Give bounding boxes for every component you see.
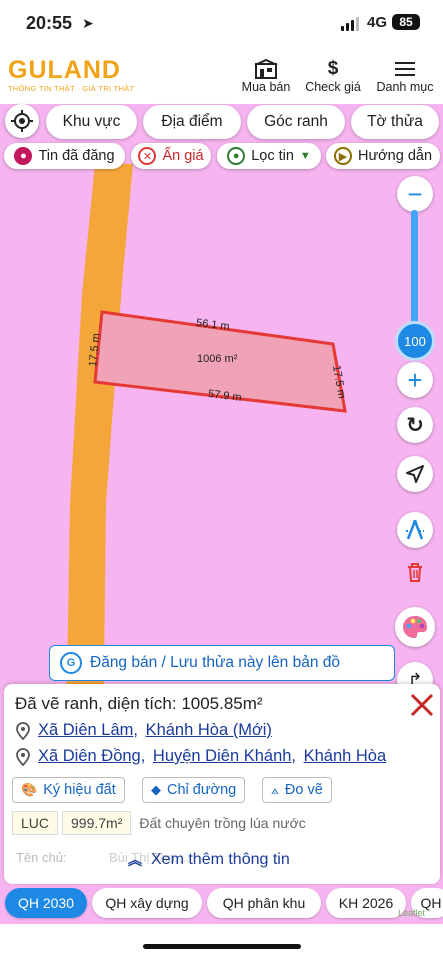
location-pin-icon bbox=[16, 721, 30, 740]
filter-huong-dan-label: Hướng dẫn bbox=[357, 148, 433, 164]
parcel-info-panel: Đã vẽ ranh, diện tích: 1005.85m² Xã Diên… bbox=[4, 684, 440, 884]
delete-button[interactable] bbox=[397, 554, 433, 590]
directions-button[interactable]: ◆ Chỉ đường bbox=[142, 777, 246, 803]
filter-to-thua[interactable]: Tờ thửa bbox=[351, 105, 439, 139]
filter-huong-dan[interactable]: ▶ Hướng dẫn bbox=[326, 143, 440, 169]
play-icon: ▶ bbox=[333, 147, 352, 165]
navigate-button[interactable] bbox=[397, 456, 433, 492]
land-use-row: LUC 999.7m² Đất chuyên trồng lúa nước bbox=[12, 811, 306, 835]
posted-icon: ● bbox=[14, 147, 33, 165]
palette-icon bbox=[403, 616, 427, 638]
close-icon[interactable] bbox=[409, 692, 435, 718]
land-symbol-button[interactable]: 🎨 Ký hiệu đất bbox=[12, 777, 125, 803]
refresh-button[interactable]: ↻ bbox=[397, 407, 433, 443]
filter-loc-tin-label: Lọc tin bbox=[251, 148, 294, 164]
layer-tabs: QH 2030 QH xây dựng QH phân khu KH 2026 … bbox=[0, 884, 443, 924]
see-more-label: Xem thêm thông tin bbox=[151, 851, 290, 868]
banner-text: Đăng bán / Lưu thửa này lên bản đồ bbox=[90, 654, 340, 671]
check-gia-button[interactable]: $ Check giá bbox=[304, 58, 362, 94]
mua-ban-label: Mua bán bbox=[241, 80, 291, 94]
app-header: GULAND THÔNG TIN THẬT · GIÁ TRỊ THẬT Mua… bbox=[0, 48, 443, 104]
draw-tool-button[interactable] bbox=[397, 512, 433, 548]
minus-icon: − bbox=[407, 179, 423, 209]
link-khanh-hoa[interactable]: Khánh Hòa bbox=[304, 747, 387, 766]
trash-icon bbox=[408, 563, 422, 582]
road-shape bbox=[66, 164, 133, 704]
land-code: LUC bbox=[12, 811, 59, 835]
chevron-down-icon: ▼ bbox=[299, 150, 311, 162]
filter-tin-da-dang[interactable]: ● Tin đã đăng bbox=[4, 143, 125, 169]
battery-level: 85 bbox=[392, 14, 420, 30]
double-chevron-up-icon: ︽ bbox=[128, 852, 142, 868]
signal-icon bbox=[341, 17, 361, 31]
home-indicator bbox=[143, 944, 301, 949]
map-attribution[interactable]: Leaflet bbox=[398, 908, 425, 918]
post-parcel-banner[interactable]: G Đăng bán / Lưu thửa này lên bản đồ bbox=[49, 645, 395, 681]
parcel-area-label: 1006 m² bbox=[197, 353, 238, 365]
filter-dia-diem[interactable]: Địa điểm bbox=[143, 105, 241, 139]
status-time: 20:55 bbox=[26, 13, 73, 33]
plus-icon: + bbox=[407, 365, 423, 395]
crosshair-icon bbox=[11, 110, 33, 132]
directions-label: Chỉ đường bbox=[167, 782, 237, 798]
see-more-button[interactable]: ︽ Xem thêm thông tin bbox=[128, 850, 290, 870]
zoom-slider-knob[interactable]: 100 bbox=[395, 321, 435, 361]
link-xa-dien-dong[interactable]: Xã Diên Đồng bbox=[38, 747, 141, 766]
filter-pin-icon: ● bbox=[227, 147, 246, 165]
palette-small-icon: 🎨 bbox=[21, 782, 38, 797]
bottom-safe-area bbox=[0, 924, 443, 960]
menu-icon bbox=[375, 58, 435, 80]
directions-icon: ◆ bbox=[151, 782, 161, 797]
compass-icon: ⟑ bbox=[271, 782, 279, 797]
address-new-row: Xã Diên Lâm, Khánh Hòa (Mới) bbox=[16, 721, 272, 740]
logo-text: GULAND bbox=[8, 56, 121, 84]
filter-khu-vuc[interactable]: Khu vực bbox=[46, 105, 137, 139]
store-icon bbox=[240, 58, 292, 80]
location-arrow-icon: ➤ bbox=[82, 15, 94, 31]
status-bar: 20:55 ➤ 4G 85 bbox=[0, 0, 443, 48]
logo-tagline: THÔNG TIN THẬT · GIÁ TRỊ THẬT bbox=[8, 84, 135, 93]
tab-qh-phan-khu[interactable]: QH phân khu bbox=[207, 888, 321, 918]
hide-price-icon: ✕ bbox=[138, 147, 157, 165]
location-pin-icon bbox=[16, 747, 30, 766]
link-khanh-hoa-moi[interactable]: Khánh Hòa (Mới) bbox=[146, 721, 272, 740]
link-huyen-dien-khanh[interactable]: Huyện Diên Khánh bbox=[153, 747, 292, 766]
dollar-icon: $ bbox=[327, 58, 339, 79]
filter-goc-ranh[interactable]: Góc ranh bbox=[247, 105, 345, 139]
compass-draw-icon bbox=[406, 520, 424, 540]
panel-title: Đã vẽ ranh, diện tích: 1005.85m² bbox=[15, 694, 263, 713]
navigation-arrow-icon bbox=[406, 465, 424, 483]
tab-qh-2030[interactable]: QH 2030 bbox=[5, 888, 87, 918]
mua-ban-button[interactable]: Mua bán bbox=[240, 58, 292, 94]
refresh-icon: ↻ bbox=[406, 413, 424, 437]
danh-muc-button[interactable]: Danh mục bbox=[375, 58, 435, 94]
filter-an-gia[interactable]: ✕ Ẩn giá bbox=[131, 143, 211, 169]
locate-target-button[interactable] bbox=[5, 104, 39, 138]
zoom-slider-track[interactable] bbox=[411, 210, 418, 328]
land-area: 999.7m² bbox=[62, 811, 132, 835]
land-symbol-label: Ký hiệu đất bbox=[43, 782, 116, 798]
tab-qh-xay-dung[interactable]: QH xây dựng bbox=[92, 888, 202, 918]
measure-label: Đo vẽ bbox=[284, 782, 323, 798]
owner-label: Tên chủ: bbox=[16, 850, 67, 865]
measure-button[interactable]: ⟑ Đo vẽ bbox=[262, 777, 332, 803]
filter-an-gia-label: Ẩn giá bbox=[162, 148, 204, 164]
check-gia-label: Check giá bbox=[305, 80, 361, 94]
zoom-in-button[interactable]: + bbox=[397, 362, 433, 398]
filter-tin-da-dang-label: Tin đã đăng bbox=[38, 148, 115, 164]
land-description: Đất chuyên trồng lúa nước bbox=[139, 815, 306, 831]
filter-loc-tin[interactable]: ● Lọc tin ▼ bbox=[217, 143, 321, 169]
guland-pin-icon: G bbox=[60, 652, 82, 674]
guland-logo[interactable]: GULAND THÔNG TIN THẬT · GIÁ TRỊ THẬT bbox=[8, 56, 134, 93]
tab-kh-2026[interactable]: KH 2026 bbox=[326, 888, 406, 918]
address-old-row: Xã Diên Đồng, Huyện Diên Khánh, Khánh Hò… bbox=[16, 747, 386, 766]
zoom-out-button[interactable]: − bbox=[397, 176, 433, 212]
danh-muc-label: Danh mục bbox=[376, 80, 434, 94]
layer-style-button[interactable] bbox=[395, 607, 435, 647]
link-xa-dien-lam[interactable]: Xã Diên Lâm bbox=[38, 721, 133, 740]
network-type: 4G bbox=[367, 14, 388, 31]
